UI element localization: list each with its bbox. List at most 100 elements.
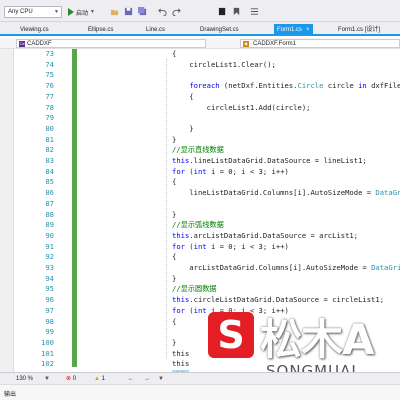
warning-count: 1: [101, 376, 105, 382]
line-number: 100: [41, 337, 54, 347]
line-number: 84: [45, 166, 54, 176]
type-dropdown[interactable]: ◆ CADDXF.Form1: [240, 39, 400, 48]
code-line: this: [172, 348, 190, 358]
undo-icon[interactable]: [158, 7, 167, 16]
zoom-level[interactable]: 130 %: [16, 375, 33, 383]
redo-icon[interactable]: [172, 7, 181, 16]
csharp-project-icon: C#: [19, 41, 25, 47]
close-icon[interactable]: ×: [306, 27, 310, 33]
line-number: 79: [45, 113, 54, 123]
code-line: {: [172, 91, 194, 101]
tab-line-cs[interactable]: Line.cs: [146, 24, 165, 36]
code-line: {: [172, 49, 177, 58]
watermark-badge: S: [208, 312, 254, 358]
toolbar-misc-icon[interactable]: [250, 7, 259, 16]
code-line: }: [172, 273, 177, 283]
line-number: 102: [41, 359, 54, 369]
output-panel-title[interactable]: 输出: [4, 389, 16, 398]
line-number: 76: [45, 81, 54, 91]
type-name: CADDXF.Form1: [253, 41, 297, 47]
line-number: 91: [45, 241, 54, 251]
tab-form1-designer[interactable]: Form1.cs [设计]: [338, 24, 380, 36]
open-folder-icon[interactable]: [110, 7, 119, 16]
line-number: 96: [45, 295, 54, 305]
error-icon: ⊗: [66, 376, 72, 382]
line-number: 94: [45, 273, 54, 283]
class-icon: ◆: [243, 41, 249, 47]
line-number: 93: [45, 263, 54, 272]
line-number: 89: [45, 220, 54, 230]
save-icon[interactable]: [124, 7, 133, 16]
code-line: for (int i = 0; i < 3; i++): [172, 166, 289, 176]
line-number: 87: [45, 198, 54, 208]
bookmark-icon[interactable]: [232, 7, 241, 16]
warning-icon: ▲: [94, 376, 100, 382]
line-number: 78: [45, 102, 54, 112]
code-line: this.circleListDataGrid.DataSource = cir…: [172, 295, 385, 305]
zoom-dropdown-icon[interactable]: ▼: [44, 375, 50, 383]
tab-ellipse-cs[interactable]: Ellipse.cs: [88, 24, 113, 36]
line-number: 85: [45, 177, 54, 187]
tab-drawingset-cs[interactable]: DrawingSet.cs: [200, 24, 239, 36]
next-issue-icon[interactable]: →: [144, 375, 150, 383]
line-number: 82: [45, 145, 54, 155]
dropdown-arrow-icon: ▼: [54, 9, 59, 15]
code-line: lineListDataGrid.Columns[i].AutoSizeMode…: [172, 188, 400, 198]
line-number: 73: [45, 49, 54, 58]
issue-dropdown-icon[interactable]: ▼: [158, 375, 164, 383]
code-line: }: [172, 134, 177, 144]
code-comment: //显示直线数据: [172, 145, 224, 155]
tab-label: Viewing.cs: [20, 27, 49, 33]
start-dropdown-icon[interactable]: ▼: [90, 9, 95, 15]
code-line: }: [172, 209, 177, 219]
code-line: {: [172, 252, 177, 262]
line-number: 74: [45, 59, 54, 69]
code-line: arcListDataGrid.Columns[i].AutoSizeMode …: [172, 263, 400, 272]
change-tracking-bar: [72, 49, 77, 367]
line-number: 101: [41, 348, 54, 358]
error-count: 0: [72, 376, 77, 382]
indent-guide: [166, 59, 167, 359]
tab-viewing-cs[interactable]: Viewing.cs: [20, 24, 49, 36]
line-number: 75: [45, 70, 54, 80]
line-number: 81: [45, 134, 54, 144]
line-number: 98: [45, 316, 54, 326]
line-number: 90: [45, 230, 54, 240]
line-number: 92: [45, 252, 54, 262]
line-number: 77: [45, 91, 54, 101]
line-number: 88: [45, 209, 54, 219]
tab-label: Ellipse.cs: [88, 27, 114, 33]
line-number: 99: [45, 327, 54, 337]
line-number: 95: [45, 284, 54, 294]
start-button[interactable]: 启动 ▼: [68, 6, 95, 18]
watermark-chinese-text: 松木A: [260, 315, 375, 364]
editor-status-strip: 130 % ▼ ⊗ 0 ▲ 1 ← → ▼: [0, 372, 400, 384]
line-number: 97: [45, 305, 54, 315]
code-line: this: [172, 359, 190, 369]
code-line: for (int i = 0; i < 3; i++): [172, 241, 289, 251]
start-label: 启动: [76, 10, 89, 17]
code-line: circleList1.Clear();: [172, 59, 276, 69]
project-dropdown[interactable]: C# CADDXF: [16, 39, 206, 48]
line-number: 83: [45, 156, 54, 165]
code-line: foreach (netDxf.Entities.Circle circle i…: [189, 81, 400, 91]
tab-label: Line.cs: [146, 27, 166, 33]
code-line: {: [172, 177, 177, 187]
tab-form1-cs[interactable]: Form1.cs ×: [274, 24, 313, 36]
side-tool-window-strip: [0, 38, 14, 380]
solution-platform-dropdown[interactable]: Any CPU ▼: [4, 6, 62, 18]
code-comment: //显示弧线数据: [172, 220, 224, 230]
document-tab-strip: Viewing.cs Ellipse.cs Line.cs DrawingSet…: [0, 22, 400, 36]
warning-indicator[interactable]: ▲ 1: [94, 375, 105, 383]
error-indicator[interactable]: ⊗ 0: [66, 375, 76, 383]
code-line: this.arcListDataGrid.DataSource = arcLis…: [172, 230, 359, 240]
previous-issue-icon[interactable]: ←: [128, 375, 134, 383]
navigation-bar: C# CADDXF ◆ CADDXF.Form1: [0, 38, 400, 49]
code-line: this.lineListDataGrid.DataSource = lineL…: [172, 156, 367, 165]
code-line: circleList1.Add(circle);: [172, 102, 311, 112]
save-all-icon[interactable]: [138, 7, 147, 16]
tab-label: DrawingSet.cs: [200, 27, 239, 33]
breakpoint-icon[interactable]: [218, 7, 227, 16]
main-toolbar: Any CPU ▼ 启动 ▼: [0, 0, 400, 22]
line-number-gutter: 73 74 75 76 77 78 79 80 81 82 83 84 85 86 87 88 89 90 91 92…: [14, 49, 56, 372]
